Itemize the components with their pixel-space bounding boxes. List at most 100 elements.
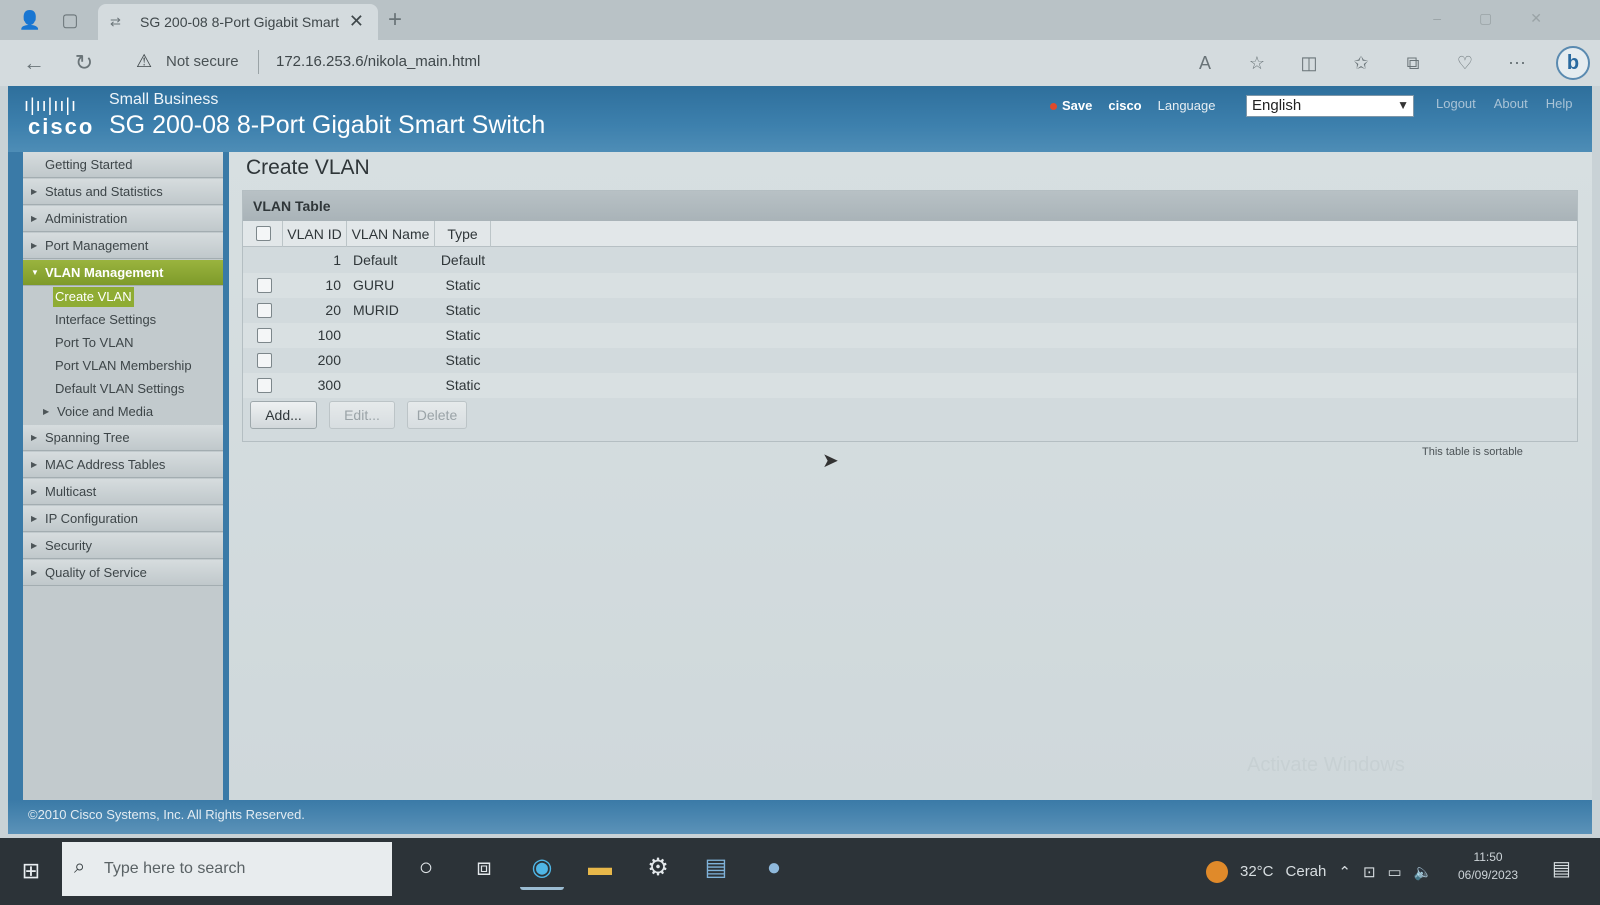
logout-link[interactable]: Logout [1436,96,1476,111]
column-header-vlan-id[interactable]: VLAN ID [283,221,347,247]
sidebar-sub-port-vlan-membership[interactable]: Port VLAN Membership [55,356,192,376]
add-button[interactable]: Add... [250,401,317,429]
sidebar-item-label: Spanning Tree [45,430,130,445]
select-all-checkbox[interactable] [256,226,271,241]
monitor-icon[interactable]: ▭ [1388,863,1402,881]
mail-icon[interactable]: ▤ [694,846,738,890]
vlan-id-cell: 200 [317,352,341,368]
delete-button[interactable]: Delete [407,401,467,429]
sidebar-item-port-management[interactable]: ▶ Port Management [23,233,223,259]
caret-right-icon: ▶ [31,241,38,250]
page-title: Create VLAN [246,156,370,179]
sidebar-item-security[interactable]: ▶ Security [23,533,223,559]
sidebar-item-label: Quality of Service [45,565,147,580]
profile-icon[interactable]: 👤 [18,8,42,32]
cisco-logo-icon: ı|ıı|ıı|ı [24,95,78,115]
sidebar-item-label: IP Configuration [45,511,138,526]
weather-sun-icon[interactable] [1206,860,1228,883]
sidebar-sub-create-vlan[interactable]: Create VLAN [53,287,134,307]
sidebar-item-mac-address-tables[interactable]: ▶ MAC Address Tables [23,452,223,478]
row-checkbox[interactable] [257,353,272,368]
notification-icon[interactable]: ▤ [1552,856,1571,881]
more-menu-icon[interactable]: ⋯ [1504,49,1530,77]
sidebar-item-status[interactable]: ▶ Status and Statistics [23,179,223,205]
url-field[interactable]: 172.16.253.6/nikola_main.html [276,53,480,70]
taskbar-clock[interactable]: 11:50 06/09/2023 [1458,848,1518,884]
save-label: Save [1062,97,1093,113]
edit-button[interactable]: Edit... [329,401,395,429]
volume-icon[interactable]: 🔈 [1414,863,1433,881]
chevron-up-icon[interactable]: ⌃ [1338,863,1351,881]
table-row: 1 Default Default [243,248,1577,273]
edge-browser-icon[interactable]: ◉ [520,846,564,890]
cortana-icon[interactable]: ○ [404,846,448,890]
switch-favicon-icon: ⇄ [110,14,121,29]
favorite-star-icon[interactable]: ☆ [1244,49,1270,77]
about-link[interactable]: About [1494,96,1528,111]
tab-actions-icon[interactable]: ▢ [58,8,82,32]
taskbar-search[interactable]: ⌕ Type here to search [62,842,392,896]
sidebar-item-ip-configuration[interactable]: ▶ IP Configuration [23,506,223,532]
sidebar-item-spanning-tree[interactable]: ▶ Spanning Tree [23,425,223,451]
language-select[interactable]: English ▼ [1246,95,1414,117]
vlan-table-header: VLAN ID VLAN Name Type [243,221,1577,247]
vlan-table-panel: VLAN Table VLAN ID VLAN Name Type 1 Defa… [242,190,1578,442]
weather-condition[interactable]: Cerah [1286,863,1327,880]
sidebar-sub-default-vlan-settings[interactable]: Default VLAN Settings [55,379,184,399]
column-header-type[interactable]: Type [435,221,491,247]
sidebar-sub-interface-settings[interactable]: Interface Settings [55,310,156,330]
sidebar-item-getting-started[interactable]: Getting Started [23,152,223,178]
not-secure-label[interactable]: Not secure [166,53,239,70]
caret-right-icon: ▶ [43,407,50,416]
vlan-type-cell: Static [445,302,481,318]
reload-icon[interactable]: ↻ [70,49,98,77]
sidebar-item-label: Multicast [45,484,97,499]
back-arrow-icon[interactable]: ← [20,49,48,77]
close-icon[interactable]: ✕ [349,11,364,32]
sidebar-item-multicast[interactable]: ▶ Multicast [23,479,223,505]
new-tab-button[interactable]: + [388,6,402,34]
address-bar-tools: A ☆ ◫ ✩ ⧉ ♡ ⋯ [1192,49,1530,77]
sidebar-sub-port-to-vlan[interactable]: Port To VLAN [55,333,134,353]
caret-right-icon: ▶ [31,487,38,496]
vlan-type-cell: Static [445,352,481,368]
help-link[interactable]: Help [1546,96,1573,111]
row-checkbox[interactable] [257,378,272,393]
address-bar: ← ↻ ⚠ Not secure 172.16.253.6/nikola_mai… [0,40,1600,86]
windows-start-icon[interactable]: ⊞ [18,858,44,884]
app-globe-icon[interactable]: ● [752,846,796,890]
temperature[interactable]: 32°C [1240,863,1274,880]
split-screen-icon[interactable]: ◫ [1296,49,1322,77]
row-checkbox[interactable] [257,328,272,343]
collections-icon[interactable]: ⧉ [1400,49,1426,77]
vlan-id-cell: 1 [333,252,341,268]
sidebar-item-quality-of-service[interactable]: ▶ Quality of Service [23,560,223,586]
row-checkbox[interactable] [257,303,272,318]
vlan-id-cell: 20 [325,302,341,318]
favorites-icon[interactable]: ✩ [1348,49,1374,77]
sidebar-item-vlan-management[interactable]: ▼ VLAN Management [23,260,223,286]
window-controls[interactable]: –▢✕ [1433,10,1580,27]
save-link[interactable]: Save [1050,98,1092,113]
warning-icon[interactable]: ⚠ [136,51,152,72]
tab-title: SG 200-08 8-Port Gigabit Smart [140,14,340,30]
file-explorer-icon[interactable]: ▬ [578,846,622,890]
sidebar-item-administration[interactable]: ▶ Administration [23,206,223,232]
task-view-icon[interactable]: ⧈ [462,846,506,890]
row-checkbox[interactable] [257,278,272,293]
sidebar-item-label: Getting Started [45,157,133,172]
vlan-id-cell: 10 [325,277,341,293]
network-icon[interactable]: ⊡ [1363,863,1376,881]
caret-right-icon: ▶ [31,568,38,577]
sidebar-sub-voice-and-media[interactable]: Voice and Media [57,402,153,422]
read-aloud-icon[interactable]: A [1192,49,1218,77]
performance-icon[interactable]: ♡ [1452,49,1478,77]
settings-gear-icon[interactable]: ⚙ [636,846,680,890]
table-row: 300 Static [243,373,1577,398]
bing-chat-icon[interactable]: b [1556,46,1590,80]
cisco-logo-word: cisco [28,114,95,139]
vlan-type-cell: Static [445,327,481,343]
column-header-vlan-name[interactable]: VLAN Name [347,221,435,247]
browser-tab[interactable]: ⇄ SG 200-08 8-Port Gigabit Smart ✕ [98,4,378,40]
sortable-note: This table is sortable [1422,446,1523,458]
